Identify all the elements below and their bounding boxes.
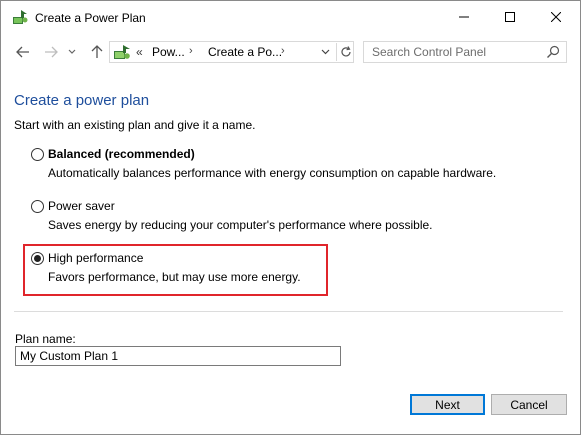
radio-balanced[interactable]: [31, 148, 44, 161]
arrow-right-icon: [45, 46, 58, 58]
arrow-left-icon: [16, 46, 29, 58]
divider: [14, 311, 563, 312]
option-description: Automatically balances performance with …: [48, 166, 497, 180]
navigation-bar: « Pow... › Create a Po... ›: [1, 34, 580, 70]
breadcrumb-overflow[interactable]: «: [136, 45, 143, 59]
chevron-down-icon: [321, 49, 329, 55]
recent-locations-button[interactable]: [65, 43, 79, 61]
back-button[interactable]: [13, 43, 33, 61]
minimize-icon: [459, 16, 469, 18]
power-options-icon: [12, 9, 28, 25]
close-icon: [551, 12, 561, 22]
title-bar: Create a Power Plan: [1, 1, 580, 34]
search-icon[interactable]: [546, 45, 560, 59]
option-label[interactable]: Balanced (recommended): [48, 147, 195, 161]
breadcrumb-item[interactable]: Pow...: [152, 45, 185, 59]
refresh-icon: [340, 46, 351, 57]
cancel-button[interactable]: Cancel: [491, 394, 567, 415]
plan-name-label: Plan name:: [15, 332, 76, 346]
intro-text: Start with an existing plan and give it …: [14, 118, 256, 132]
chevron-down-icon: [68, 49, 76, 54]
breadcrumb-item[interactable]: Create a Po...: [208, 45, 282, 59]
option-label[interactable]: Power saver: [48, 199, 115, 213]
arrow-up-icon: [91, 45, 103, 58]
window-title: Create a Power Plan: [35, 11, 146, 25]
highlight-box: [23, 244, 328, 296]
page-title: Create a power plan: [14, 92, 150, 109]
forward-button[interactable]: [41, 43, 61, 61]
refresh-button[interactable]: [336, 43, 354, 61]
up-button[interactable]: [87, 43, 107, 61]
search-input[interactable]: [364, 42, 544, 62]
option-description: Saves energy by reducing your computer's…: [48, 218, 433, 232]
address-bar[interactable]: « Pow... › Create a Po... ›: [109, 41, 354, 63]
minimize-button[interactable]: [441, 1, 487, 33]
next-button[interactable]: Next: [410, 394, 485, 415]
close-button[interactable]: [533, 1, 579, 33]
breadcrumb-separator[interactable]: ›: [281, 45, 285, 57]
radio-power-saver[interactable]: [31, 200, 44, 213]
search-box[interactable]: [363, 41, 567, 63]
create-power-plan-window: Create a Power Plan « Pow... › Create a …: [0, 0, 581, 435]
plan-name-input[interactable]: [15, 346, 341, 366]
maximize-icon: [505, 12, 515, 22]
breadcrumb-separator[interactable]: ›: [189, 45, 193, 57]
address-dropdown-button[interactable]: [317, 44, 333, 60]
control-panel-icon: [113, 44, 131, 61]
maximize-button[interactable]: [487, 1, 533, 33]
